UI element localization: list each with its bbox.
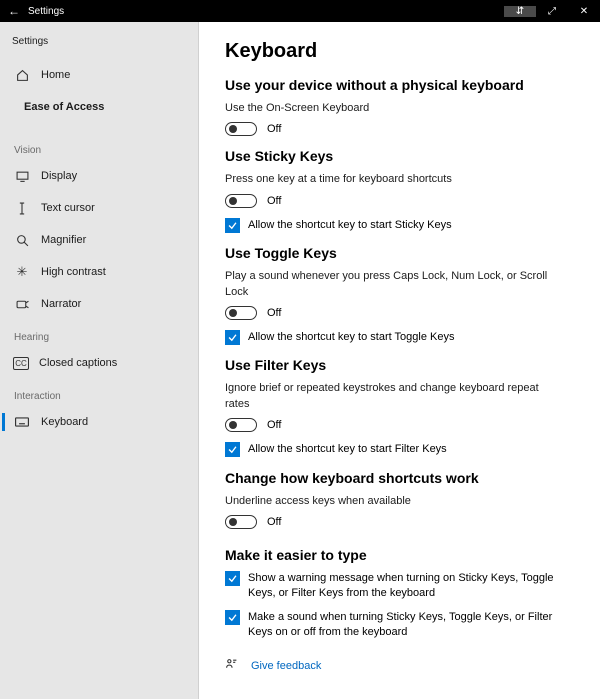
- pin-button[interactable]: ⇵: [504, 6, 536, 17]
- sidebar: Settings Home Ease of Access Vision Disp…: [0, 22, 199, 699]
- keyboard-icon: [13, 417, 31, 427]
- toggle-check-label: Allow the shortcut key to start Toggle K…: [248, 330, 454, 345]
- sticky-shortcut-checkbox[interactable]: [225, 218, 240, 233]
- home-icon: [13, 69, 31, 82]
- osk-toggle[interactable]: [225, 122, 257, 136]
- nav-label: High contrast: [41, 266, 106, 278]
- display-icon: [13, 171, 31, 182]
- group-vision: Vision: [0, 133, 198, 160]
- maximize-button[interactable]: ⤢: [536, 6, 568, 17]
- nav-label: Text cursor: [41, 202, 95, 214]
- feedback-link[interactable]: Give feedback: [225, 658, 574, 674]
- cc-icon: CC: [13, 357, 29, 370]
- group-hearing: Hearing: [0, 320, 198, 347]
- section-toggle: Use Toggle Keys: [225, 245, 574, 261]
- section-filter: Use Filter Keys: [225, 357, 574, 373]
- nav-display[interactable]: Display: [0, 160, 198, 192]
- content-area: Keyboard Use your device without a physi…: [199, 22, 600, 699]
- sticky-desc: Press one key at a time for keyboard sho…: [225, 172, 555, 187]
- group-interaction: Interaction: [0, 379, 198, 406]
- osk-desc: Use the On-Screen Keyboard: [225, 101, 555, 116]
- page-title: Keyboard: [225, 40, 574, 63]
- underline-toggle[interactable]: [225, 515, 257, 529]
- nav-label: Magnifier: [41, 234, 86, 246]
- app-label: Settings: [0, 30, 198, 53]
- toggle-desc: Play a sound whenever you press Caps Loc…: [225, 269, 555, 300]
- nav-home[interactable]: Home: [0, 59, 198, 91]
- magnifier-icon: [13, 234, 31, 247]
- nav-closed-captions[interactable]: CC Closed captions: [0, 347, 198, 379]
- nav-label: Ease of Access: [24, 101, 104, 113]
- section-easier: Make it easier to type: [225, 547, 574, 563]
- sticky-state: Off: [267, 195, 281, 207]
- filter-shortcut-checkbox[interactable]: [225, 442, 240, 457]
- filter-state: Off: [267, 419, 281, 431]
- feedback-icon: [225, 658, 241, 674]
- nav-text-cursor[interactable]: Text cursor: [0, 192, 198, 224]
- nav-ease-of-access[interactable]: Ease of Access: [0, 91, 198, 123]
- toggle-shortcut-checkbox[interactable]: [225, 330, 240, 345]
- sound-check-label: Make a sound when turning Sticky Keys, T…: [248, 610, 565, 641]
- sound-checkbox[interactable]: [225, 610, 240, 625]
- feedback-label: Give feedback: [251, 660, 321, 672]
- close-button[interactable]: ✕: [568, 6, 600, 17]
- shortcuts-desc: Underline access keys when available: [225, 494, 555, 509]
- nav-label: Keyboard: [41, 416, 88, 428]
- window-title: Settings: [28, 6, 64, 17]
- togglekeys-toggle[interactable]: [225, 306, 257, 320]
- filter-toggle[interactable]: [225, 418, 257, 432]
- nav-magnifier[interactable]: Magnifier: [0, 224, 198, 256]
- warning-checkbox[interactable]: [225, 571, 240, 586]
- warning-check-label: Show a warning message when turning on S…: [248, 571, 565, 602]
- text-cursor-icon: [13, 202, 31, 215]
- togglekeys-state: Off: [267, 307, 281, 319]
- section-osk: Use your device without a physical keybo…: [225, 77, 574, 93]
- narrator-icon: [13, 299, 31, 310]
- high-contrast-icon: ✳: [13, 264, 31, 280]
- nav-keyboard[interactable]: Keyboard: [0, 406, 198, 438]
- nav-narrator[interactable]: Narrator: [0, 288, 198, 320]
- nav-label: Home: [41, 69, 70, 81]
- nav-label: Closed captions: [39, 357, 117, 369]
- nav-label: Narrator: [41, 298, 81, 310]
- osk-state: Off: [267, 123, 281, 135]
- filter-check-label: Allow the shortcut key to start Filter K…: [248, 442, 447, 457]
- sticky-toggle[interactable]: [225, 194, 257, 208]
- nav-high-contrast[interactable]: ✳ High contrast: [0, 256, 198, 288]
- section-sticky: Use Sticky Keys: [225, 148, 574, 164]
- filter-desc: Ignore brief or repeated keystrokes and …: [225, 381, 555, 412]
- underline-state: Off: [267, 516, 281, 528]
- back-button[interactable]: ←: [0, 4, 28, 18]
- section-shortcuts: Change how keyboard shortcuts work: [225, 470, 574, 486]
- sticky-check-label: Allow the shortcut key to start Sticky K…: [248, 218, 452, 233]
- nav-label: Display: [41, 170, 77, 182]
- titlebar: ← Settings ⇵ ⤢ ✕: [0, 0, 600, 22]
